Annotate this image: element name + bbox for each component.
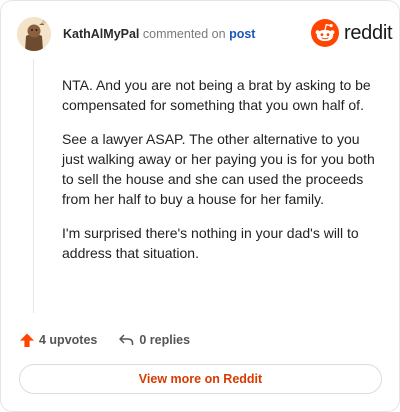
view-more-button[interactable]: View more on Reddit (19, 364, 382, 394)
author-name[interactable]: KathAlMyPal (63, 27, 139, 41)
reply-count: 0 replies (139, 333, 191, 347)
comment-paragraph: I'm surprised there's nothing in your da… (62, 225, 359, 261)
comment-embed-card: KathAlMyPal commented on post reddit NTA… (0, 0, 400, 412)
avatar-icon (17, 17, 51, 51)
comment-paragraph: See a lawyer ASAP. The other alternative… (62, 131, 375, 207)
replies-button[interactable]: 0 replies (118, 333, 190, 347)
comment-body: NTA. And you are not being a brat by ask… (62, 75, 380, 277)
avatar[interactable] (17, 17, 51, 51)
upvote-arrow-icon (20, 333, 34, 347)
upvote-button[interactable]: 4 upvotes (19, 332, 97, 348)
comment-paragraph: NTA. And you are not being a brat by ask… (62, 77, 371, 113)
thread-line (33, 59, 34, 313)
reddit-logo[interactable]: reddit (311, 19, 393, 47)
reddit-logo-icon (311, 19, 339, 47)
comment-actions: 4 upvotes 0 replies (19, 331, 190, 349)
action-text: commented on (142, 27, 226, 41)
reply-arrow-icon (119, 334, 134, 345)
brand-wordmark: reddit (344, 21, 393, 44)
upvote-count: 4 upvotes (39, 333, 98, 347)
post-link[interactable]: post (229, 27, 255, 41)
comment-header: KathAlMyPal commented on post (63, 27, 255, 41)
